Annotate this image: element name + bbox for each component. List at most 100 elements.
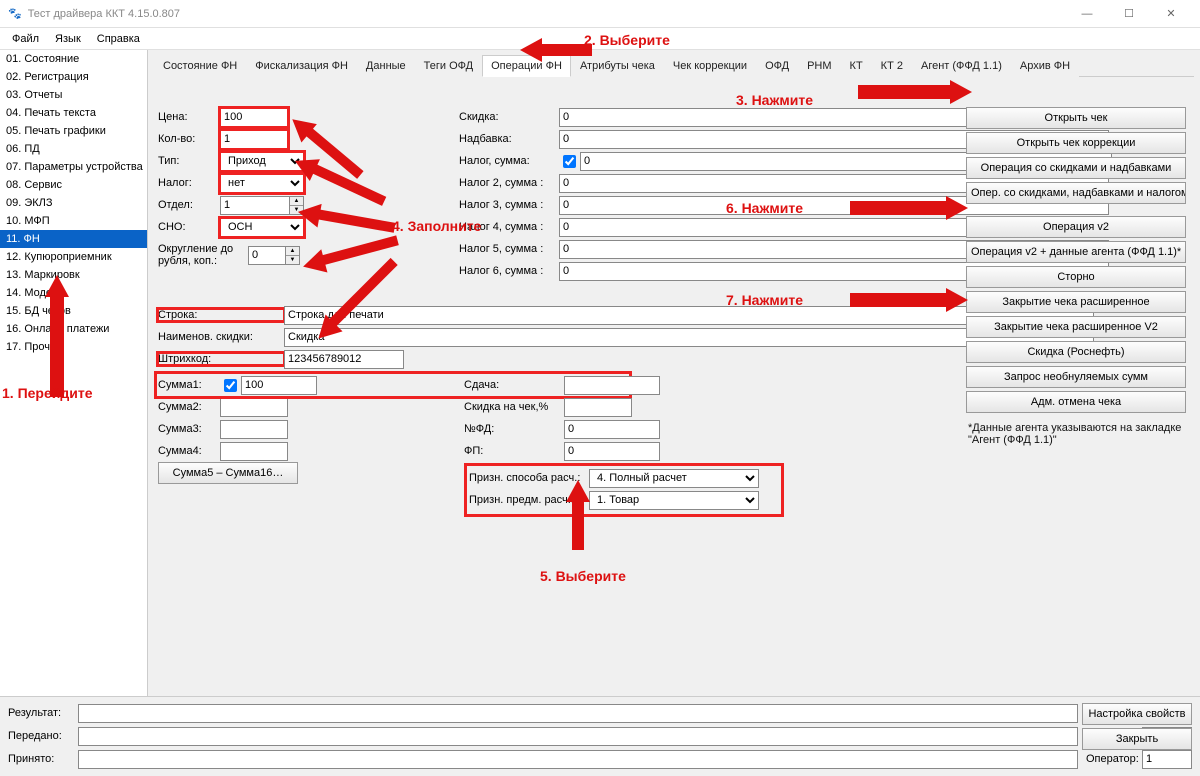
sidebar-item[interactable]: 16. Онлайн платежи [0,320,147,338]
button-op-v2-agent[interactable]: Операция v2 + данные агента (ФФД 1.1)* [966,241,1186,263]
input-s3[interactable] [220,420,288,439]
sidebar-item[interactable]: 09. ЭКЛЗ [0,194,147,212]
spinner-round[interactable]: ▲▼ [286,246,300,265]
label-qty: Кол-во: [158,133,220,145]
input-price[interactable] [220,108,288,127]
input-round[interactable] [248,246,286,265]
button-close[interactable]: Закрыть [1082,728,1192,750]
agent-note: *Данные агента указываются на закладке "… [966,416,1186,452]
label-sent: Передано: [8,730,78,742]
tab[interactable]: Чек коррекции [664,55,756,77]
label-price: Цена: [158,111,220,123]
label-nfd: №ФД: [464,423,564,435]
input-s2[interactable] [220,398,288,417]
menu-lang[interactable]: Язык [47,31,89,47]
label-sno: СНО: [158,221,220,233]
button-op-discount-tax[interactable]: Опер. со скидками, надбавками и налогом [966,182,1186,204]
tab[interactable]: Атрибуты чека [571,55,664,77]
sidebar-item[interactable]: 12. Купюроприемник [0,248,147,266]
sidebar-item[interactable]: 17. Прочее [0,338,147,356]
minimize-button[interactable]: — [1066,2,1108,26]
spinner-dept[interactable]: ▲▼ [290,196,304,215]
maximize-button[interactable]: ☐ [1108,2,1150,26]
sidebar-item[interactable]: 10. МФП [0,212,147,230]
label-naim: Наименов. скидки: [158,331,284,343]
input-sent[interactable] [78,727,1078,746]
button-storno[interactable]: Сторно [966,266,1186,288]
label-n2: Налог 2, сумма : [459,177,559,189]
input-shk[interactable] [284,350,404,369]
label-type: Тип: [158,155,220,167]
label-sdacha: Сдача: [464,379,564,391]
select-ppr[interactable]: 1. Товар [589,491,759,510]
tab[interactable]: КТ 2 [872,55,912,77]
sidebar-item[interactable]: 05. Печать графики [0,122,147,140]
tab[interactable]: Фискализация ФН [246,55,357,77]
label-s2: Сумма2: [158,401,220,413]
input-qty[interactable] [220,130,288,149]
button-rosneft[interactable]: Скидка (Роснефть) [966,341,1186,363]
window-title: Тест драйвера ККТ 4.15.0.807 [28,8,1066,20]
label-skchk: Скидка на чек,% [464,401,564,413]
tab[interactable]: Данные [357,55,415,77]
tab[interactable]: КТ [841,55,872,77]
select-psr[interactable]: 4. Полный расчет [589,469,759,488]
tab[interactable]: РНМ [798,55,840,77]
input-fp[interactable] [564,442,660,461]
button-open-check[interactable]: Открыть чек [966,107,1186,129]
input-recv[interactable] [78,750,1078,769]
sidebar-item[interactable]: 14. Модем [0,284,147,302]
check-taxsum[interactable] [563,155,576,168]
button-close-ext-v2[interactable]: Закрытие чека расширенное V2 [966,316,1186,338]
label-oper: Оператор: [1086,753,1142,765]
button-query-sums[interactable]: Запрос необнуляемых сумм [966,366,1186,388]
close-window-button[interactable]: ✕ [1150,2,1192,26]
input-skchk[interactable] [564,398,632,417]
label-n4: Налог 4, сумма : [459,221,559,233]
tab[interactable]: Агент (ФФД 1.1) [912,55,1011,77]
tab-operations-fn[interactable]: Операции ФН [482,55,571,77]
button-op-discount[interactable]: Операция со скидками и надбавками [966,157,1186,179]
sidebar-item[interactable]: 02. Регистрация [0,68,147,86]
sidebar-item[interactable]: 13. Маркировк [0,266,147,284]
label-n3: Налог 3, сумма : [459,199,559,211]
sidebar-item[interactable]: 15. БД чеков [0,302,147,320]
label-ppr: Призн. предм. расч.: [469,494,589,506]
input-nfd[interactable] [564,420,660,439]
tabbar: Состояние ФН Фискализация ФН Данные Теги… [154,54,1194,77]
label-fp: ФП: [464,445,564,457]
select-type[interactable]: Приход [220,152,304,171]
check-s1[interactable] [224,379,237,392]
input-dept[interactable] [220,196,290,215]
button-op-v2[interactable]: Операция v2 [966,216,1186,238]
input-result[interactable] [78,704,1078,723]
tab-content: Цена: Кол-во: Тип: Приход Налог: нет Отд… [154,77,1194,89]
label-tax: Налог: [158,177,220,189]
sidebar-item-fn[interactable]: 11. ФН [0,230,147,248]
sidebar-item[interactable]: 03. Отчеты [0,86,147,104]
button-more-sums[interactable]: Сумма5 – Сумма16… [158,462,298,484]
menubar: Файл Язык Справка [0,28,1200,50]
tab[interactable]: Состояние ФН [154,55,246,77]
tab[interactable]: Теги ОФД [415,55,482,77]
input-sdacha[interactable] [564,376,660,395]
tab[interactable]: ОФД [756,55,798,77]
input-oper[interactable] [1142,750,1192,769]
button-settings[interactable]: Настройка свойств [1082,703,1192,725]
menu-file[interactable]: Файл [4,31,47,47]
input-s1[interactable] [241,376,317,395]
select-sno[interactable]: ОСН [220,218,304,237]
label-s3: Сумма3: [158,423,220,435]
menu-help[interactable]: Справка [89,31,148,47]
sidebar-item[interactable]: 06. ПД [0,140,147,158]
sidebar-item[interactable]: 04. Печать текста [0,104,147,122]
input-s4[interactable] [220,442,288,461]
tab[interactable]: Архив ФН [1011,55,1079,77]
sidebar-item[interactable]: 01. Состояние [0,50,147,68]
button-open-correction[interactable]: Открыть чек коррекции [966,132,1186,154]
select-tax[interactable]: нет [220,174,304,193]
sidebar-item[interactable]: 07. Параметры устройства [0,158,147,176]
button-close-ext[interactable]: Закрытие чека расширенное [966,291,1186,313]
button-adm-cancel[interactable]: Адм. отмена чека [966,391,1186,413]
sidebar-item[interactable]: 08. Сервис [0,176,147,194]
